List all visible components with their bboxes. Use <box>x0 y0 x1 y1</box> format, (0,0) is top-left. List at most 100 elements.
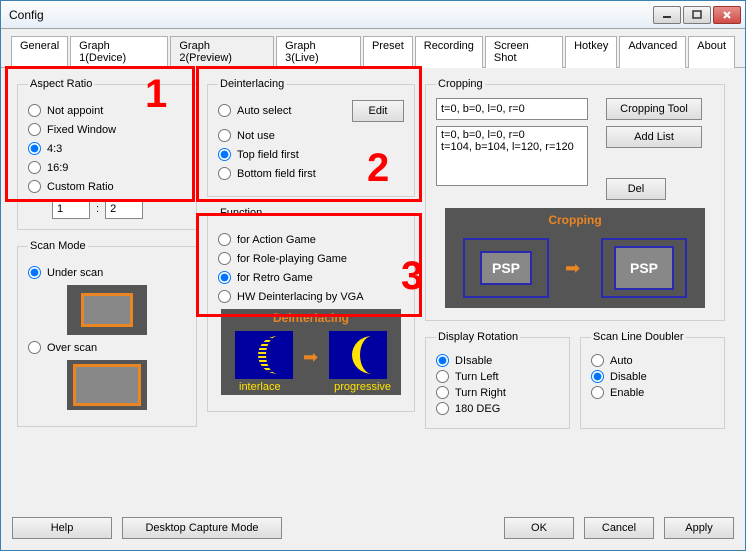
aspect-43-label: 4:3 <box>47 143 62 155</box>
overscan-icon <box>67 360 147 410</box>
window-buttons <box>651 6 741 24</box>
ok-button[interactable]: OK <box>504 517 574 539</box>
cropping-list[interactable]: t=0, b=0, l=0, r=0 t=104, b=104, l=120, … <box>436 126 588 186</box>
fn-retro-label: for Retro Game <box>237 272 313 284</box>
aspect-169-label: 16:9 <box>47 162 68 174</box>
ratio-colon: : <box>96 203 99 215</box>
psp-after-label: PSP <box>614 246 674 290</box>
tab-about[interactable]: About <box>688 36 735 68</box>
fn-action-label: for Action Game <box>237 234 316 246</box>
underscan[interactable] <box>28 266 41 279</box>
scan-line-doubler-group: Scan Line Doubler Auto Disable Enable <box>580 331 725 429</box>
psp-before-label: PSP <box>480 251 532 285</box>
scan-mode-group: Scan Mode Under scan Over scan <box>17 240 197 427</box>
dr-180[interactable] <box>436 402 449 415</box>
tab-graph2[interactable]: Graph 2(Preview) <box>170 36 274 68</box>
function-group: Function for Action Game for Role-playin… <box>207 207 415 412</box>
deinterlacing-legend: Deinterlacing <box>218 78 286 90</box>
fn-rpg-label: for Role-playing Game <box>237 253 347 265</box>
titlebar: Config <box>1 1 745 29</box>
tab-hotkey[interactable]: Hotkey <box>565 36 617 68</box>
psp-before-icon: PSP <box>463 238 549 298</box>
dr-right[interactable] <box>436 386 449 399</box>
cropping-legend: Cropping <box>436 78 485 90</box>
tab-graph3[interactable]: Graph 3(Live) <box>276 36 361 68</box>
close-button[interactable] <box>713 6 741 24</box>
custom-ratio-height[interactable] <box>105 199 143 219</box>
di-auto[interactable] <box>218 104 231 117</box>
help-button[interactable]: Help <box>12 517 112 539</box>
aspect-notappoint[interactable] <box>28 104 41 117</box>
progressive-label: progressive <box>334 381 391 393</box>
config-window: Config General Graph 1(Device) Graph 2(P… <box>0 0 746 551</box>
scan-mode-legend: Scan Mode <box>28 240 88 252</box>
di-bottomfield-label: Bottom field first <box>237 168 316 180</box>
add-list-button[interactable]: Add List <box>606 126 702 148</box>
cropping-input[interactable] <box>436 98 588 120</box>
fn-hw[interactable] <box>218 290 231 303</box>
cropping-tool-button[interactable]: Cropping Tool <box>606 98 702 120</box>
tab-recording[interactable]: Recording <box>415 36 483 68</box>
di-notuse[interactable] <box>218 129 231 142</box>
cropping-illustration: Cropping PSP ➡ PSP <box>445 208 705 308</box>
sld-legend: Scan Line Doubler <box>591 331 686 343</box>
minimize-button[interactable] <box>653 6 681 24</box>
fn-retro[interactable] <box>218 271 231 284</box>
sld-auto-label: Auto <box>610 355 633 367</box>
sld-enable-label: Enable <box>610 387 644 399</box>
dr-180-label: 180 DEG <box>455 403 500 415</box>
interlace-label: interlace <box>239 381 281 393</box>
sld-enable[interactable] <box>591 386 604 399</box>
aspect-custom-label: Custom Ratio <box>47 181 114 193</box>
display-rotation-legend: Display Rotation <box>436 331 520 343</box>
fn-hw-label: HW Deinterlacing by VGA <box>237 291 364 303</box>
del-button[interactable]: Del <box>606 178 666 200</box>
aspect-43[interactable] <box>28 142 41 155</box>
edit-button[interactable]: Edit <box>352 100 404 122</box>
tab-preset[interactable]: Preset <box>363 36 413 68</box>
annotation-number-3: 3 <box>401 254 423 299</box>
annotation-number-1: 1 <box>145 72 167 117</box>
aspect-notappoint-label: Not appoint <box>47 105 103 117</box>
di-topfield-label: Top field first <box>237 149 299 161</box>
aspect-custom[interactable] <box>28 180 41 193</box>
window-title: Config <box>9 8 651 22</box>
di-auto-label: Auto select <box>237 105 291 117</box>
function-legend: Function <box>218 207 264 219</box>
psp-after-icon: PSP <box>601 238 687 298</box>
annotation-number-2: 2 <box>367 146 389 191</box>
dr-disable[interactable] <box>436 354 449 367</box>
dr-left[interactable] <box>436 370 449 383</box>
sld-disable[interactable] <box>591 370 604 383</box>
fn-action[interactable] <box>218 233 231 246</box>
overscan[interactable] <box>28 341 41 354</box>
di-bottomfield[interactable] <box>218 167 231 180</box>
tab-screenshot[interactable]: Screen Shot <box>485 36 563 68</box>
di-topfield[interactable] <box>218 148 231 161</box>
progressive-icon <box>329 331 387 379</box>
sld-disable-label: Disable <box>610 371 647 383</box>
sld-auto[interactable] <box>591 354 604 367</box>
apply-button[interactable]: Apply <box>664 517 734 539</box>
cancel-button[interactable]: Cancel <box>584 517 654 539</box>
di-img-title: Deinterlacing <box>221 309 401 325</box>
tab-graph1[interactable]: Graph 1(Device) <box>70 36 168 68</box>
dr-left-label: Turn Left <box>455 371 499 383</box>
custom-ratio-width[interactable] <box>52 199 90 219</box>
tab-advanced[interactable]: Advanced <box>619 36 686 68</box>
cropping-group: Cropping Cropping Tool t=0, b=0, l=0, r=… <box>425 78 725 321</box>
cropping-img-title: Cropping <box>445 213 705 227</box>
aspect-169[interactable] <box>28 161 41 174</box>
desktop-capture-button[interactable]: Desktop Capture Mode <box>122 517 282 539</box>
deinterlace-illustration: Deinterlacing ➡ interlace progressive <box>221 309 401 395</box>
maximize-button[interactable] <box>683 6 711 24</box>
fn-rpg[interactable] <box>218 252 231 265</box>
tab-bar: General Graph 1(Device) Graph 2(Preview)… <box>1 29 745 68</box>
aspect-fixed-label: Fixed Window <box>47 124 116 136</box>
aspect-fixed[interactable] <box>28 123 41 136</box>
aspect-ratio-legend: Aspect Ratio <box>28 78 94 90</box>
underscan-label: Under scan <box>47 267 103 279</box>
arrow-icon: ➡ <box>303 347 318 368</box>
di-notuse-label: Not use <box>237 130 275 142</box>
tab-general[interactable]: General <box>11 36 68 68</box>
